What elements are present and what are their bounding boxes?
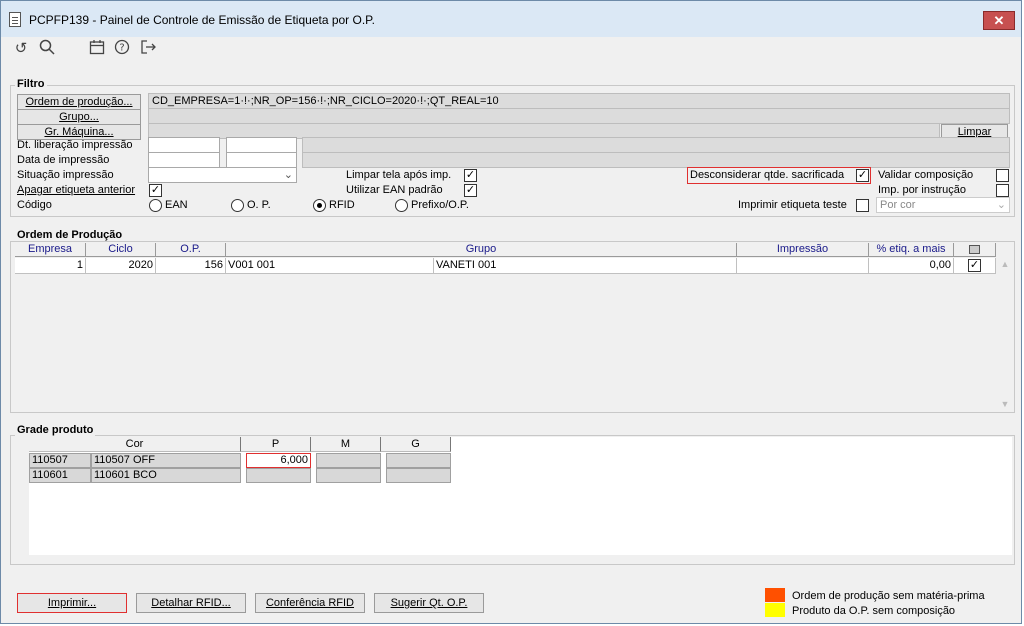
cell-select[interactable]: ✓ <box>954 258 996 274</box>
grade-col-g: G <box>381 437 451 452</box>
radio-rfid[interactable] <box>313 199 326 212</box>
chevron-down-icon: ⌄ <box>283 169 293 181</box>
grade-cell-p-input[interactable]: 6,000 <box>246 453 311 468</box>
cell-empresa[interactable]: 1 <box>15 258 86 274</box>
legend-text-composicao: Produto da O.P. sem composição <box>792 605 956 617</box>
row-checkbox[interactable]: ✓ <box>968 259 981 272</box>
radio-ean[interactable] <box>149 199 162 212</box>
svg-text:?: ? <box>119 43 124 54</box>
cell-impressao[interactable] <box>737 258 869 274</box>
apagar-checkbox[interactable]: ✓ <box>149 184 162 197</box>
dt-liberacao-info <box>302 137 1010 153</box>
cell-op[interactable]: 156 <box>156 258 226 274</box>
exit-icon[interactable] <box>138 39 158 59</box>
radio-op-label: O. P. <box>247 199 271 211</box>
grade-col-cor: Cor <box>29 437 241 452</box>
scroll-down-icon[interactable]: ▼ <box>998 399 1012 409</box>
data-impressao-label: Data de impressão <box>17 154 110 166</box>
scroll-up-icon[interactable]: ▲ <box>998 259 1012 269</box>
data-impressao-end-input[interactable] <box>226 152 297 168</box>
utilizar-ean-label: Utilizar EAN padrão <box>346 184 443 196</box>
ordem-group-title: Ordem de Produção <box>15 229 125 241</box>
grade-col-m: M <box>311 437 381 452</box>
radio-prefixo[interactable] <box>395 199 408 212</box>
situacao-label: Situação impressão <box>17 169 114 181</box>
help-icon[interactable]: ? <box>112 39 132 59</box>
col-empresa[interactable]: Empresa <box>15 243 86 257</box>
imprimir-teste-checkbox[interactable] <box>856 199 869 212</box>
grade-cell-m[interactable] <box>316 453 381 468</box>
desconsiderar-checkbox[interactable]: ✓ <box>856 169 869 182</box>
validar-checkbox[interactable] <box>996 169 1009 182</box>
imp-instrucao-checkbox[interactable] <box>996 184 1009 197</box>
grade-cell-desc: 110601 BCO <box>91 468 241 483</box>
radio-rfid-label: RFID <box>329 199 355 211</box>
grade-cell-p[interactable] <box>246 468 311 483</box>
radio-op[interactable] <box>231 199 244 212</box>
ordem-producao-field[interactable]: CD_EMPRESA=1·!·;NR_OP=156·!·;NR_CICLO=20… <box>148 93 1010 109</box>
legend-text-materia-prima: Ordem de produção sem matéria-prima <box>792 590 985 602</box>
col-pct-etiq[interactable]: % etiq. a mais <box>869 243 954 257</box>
dt-liberacao-start-input[interactable] <box>148 137 220 153</box>
situacao-select[interactable]: ⌄ <box>148 167 297 183</box>
por-cor-select[interactable]: Por cor ⌄ <box>876 197 1010 213</box>
col-op[interactable]: O.P. <box>156 243 226 257</box>
ordem-producao-button[interactable]: Ordem de produção... <box>17 94 141 110</box>
dt-liberacao-end-input[interactable] <box>226 137 297 153</box>
filter-group-title: Filtro <box>15 78 47 90</box>
document-icon <box>9 12 21 27</box>
col-ciclo[interactable]: Ciclo <box>86 243 156 257</box>
grupo-button[interactable]: Grupo... <box>17 109 141 125</box>
cell-grupo-cod[interactable]: V001 001 <box>226 258 434 274</box>
grupo-field[interactable] <box>148 108 1010 124</box>
detalhar-rfid-button[interactable]: Detalhar RFID... <box>136 593 246 613</box>
col-select-all[interactable] <box>954 243 996 257</box>
utilizar-ean-checkbox[interactable]: ✓ <box>464 184 477 197</box>
cell-ciclo[interactable]: 2020 <box>86 258 156 274</box>
apagar-label: Apagar etiqueta anterior <box>17 184 136 196</box>
radio-prefixo-label: Prefixo/O.P. <box>411 199 469 211</box>
undo-icon[interactable]: ↺ <box>11 39 31 59</box>
select-all-icon[interactable] <box>969 244 980 254</box>
limpar-tela-label: Limpar tela após imp. <box>346 169 452 181</box>
codigo-label: Código <box>17 199 52 211</box>
limpar-tela-checkbox[interactable]: ✓ <box>464 169 477 182</box>
dt-liberacao-label: Dt. liberação impressão <box>17 139 133 151</box>
search-icon[interactable] <box>37 39 57 59</box>
grade-cell-m[interactable] <box>316 468 381 483</box>
window-title: PCPFP139 - Painel de Controle de Emissão… <box>29 13 375 27</box>
data-impressao-start-input[interactable] <box>148 152 220 168</box>
grade-cell-g[interactable] <box>386 453 451 468</box>
chevron-down-icon: ⌄ <box>996 199 1006 211</box>
data-impressao-info <box>302 152 1010 168</box>
title-bar: PCPFP139 - Painel de Controle de Emissão… <box>1 1 1021 37</box>
cell-grupo-desc[interactable]: VANETI 001 <box>434 258 737 274</box>
legend-swatch-yellow <box>765 603 785 617</box>
legend-swatch-orange <box>765 588 785 602</box>
grade-cell-desc: 110507 OFF <box>91 453 241 468</box>
ordem-scrollbar[interactable]: ▲ ▼ <box>998 259 1012 409</box>
grade-cell-cod: 110507 <box>29 453 91 468</box>
desconsiderar-label: Desconsiderar qtde. sacrificada <box>690 169 845 181</box>
imp-instrucao-label: Imp. por instrução <box>878 184 967 196</box>
grade-cell-g[interactable] <box>386 468 451 483</box>
conferencia-rfid-button[interactable]: Conferência RFID <box>255 593 365 613</box>
validar-label: Validar composição <box>878 169 974 181</box>
col-grupo[interactable]: Grupo <box>226 243 737 257</box>
col-impressao[interactable]: Impressão <box>737 243 869 257</box>
sugerir-qt-op-button[interactable]: Sugerir Qt. O.P. <box>374 593 484 613</box>
close-button[interactable]: ✕ <box>983 11 1015 30</box>
main-window: PCPFP139 - Painel de Controle de Emissão… <box>0 0 1022 624</box>
imprimir-teste-label: Imprimir etiqueta teste <box>738 199 847 211</box>
grade-group-title: Grade produto <box>15 424 96 436</box>
gr-maquina-button[interactable]: Gr. Máquina... <box>17 124 141 140</box>
calendar-icon[interactable] <box>87 39 107 59</box>
imprimir-button[interactable]: Imprimir... <box>17 593 127 613</box>
grade-cell-cod: 110601 <box>29 468 91 483</box>
cell-pct-etiq[interactable]: 0,00 <box>869 258 954 274</box>
grade-col-p: P <box>241 437 311 452</box>
radio-ean-label: EAN <box>165 199 188 211</box>
